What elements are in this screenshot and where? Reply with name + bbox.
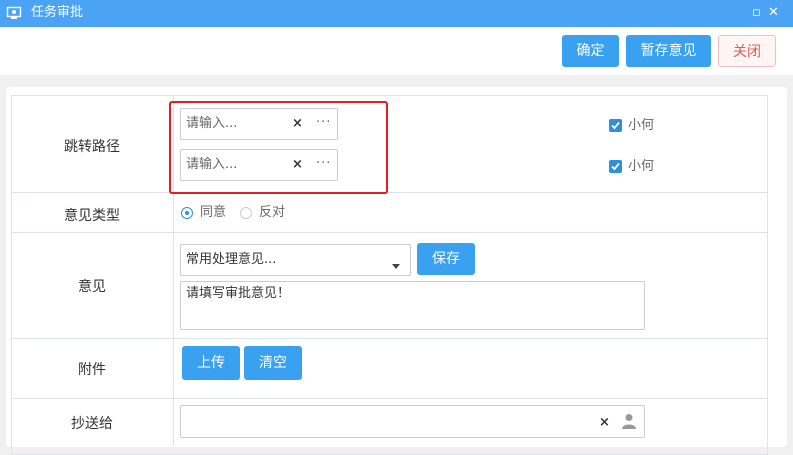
radio-agree-label: 同意 (200, 205, 227, 220)
upload-button[interactable]: 上传 (182, 346, 240, 380)
checkbox-icon[interactable] (609, 160, 622, 173)
save-opinion-button[interactable]: 保存 (417, 243, 475, 275)
highlight-box (169, 101, 388, 194)
common-opinion-select[interactable]: 常用处理意见... (180, 244, 411, 276)
cc-input[interactable]: × (180, 405, 645, 438)
checkbox-icon[interactable] (609, 119, 622, 132)
checkbox-label: 小何 (628, 118, 655, 133)
clear-icon[interactable]: × (599, 416, 610, 430)
opinion-type-label: 意见类型 (64, 208, 120, 224)
clear-attachment-button[interactable]: 清空 (244, 346, 302, 380)
opinion-textarea-placeholder: 请填写审批意见！ (186, 286, 291, 301)
checkbox-label: 小何 (628, 159, 655, 174)
cc-label: 抄送给 (71, 416, 113, 432)
window-icon (6, 5, 22, 21)
close-icon[interactable]: ✕ (768, 5, 779, 21)
window-title-bar: 任务审批 ▫ ✕ (0, 0, 793, 27)
confirm-button[interactable]: 确定 (562, 35, 619, 67)
radio-oppose[interactable] (240, 207, 252, 219)
opinion-textarea[interactable]: 请填写审批意见！ (180, 281, 645, 330)
attachment-label: 附件 (78, 362, 106, 378)
radio-oppose-label: 反对 (259, 205, 286, 220)
user-icon[interactable] (622, 413, 636, 433)
row-divider (11, 232, 768, 233)
close-button[interactable]: 关闭 (718, 35, 776, 67)
window-title: 任务审批 (31, 5, 84, 20)
row-divider (11, 338, 768, 339)
dropdown-caret-icon (392, 258, 400, 273)
save-draft-button[interactable]: 暂存意见 (626, 35, 711, 67)
row-divider (11, 398, 768, 399)
row-divider (11, 192, 768, 193)
radio-agree[interactable] (181, 207, 193, 219)
route-label: 跳转路径 (64, 139, 120, 155)
restore-icon[interactable]: ▫ (752, 5, 761, 21)
opinion-label: 意见 (78, 279, 106, 295)
common-opinion-value: 常用处理意见... (186, 252, 277, 267)
